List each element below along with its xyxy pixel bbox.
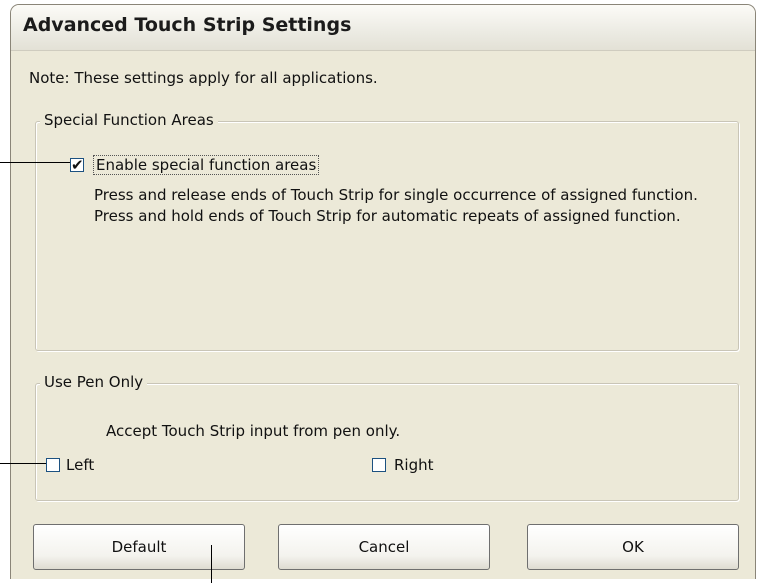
use-pen-only-group: Use Pen Only Accept Touch Strip input fr… [35, 373, 739, 501]
enable-special-function-areas-label[interactable]: Enable special function areas [93, 155, 320, 175]
default-button[interactable]: Default [33, 524, 245, 570]
special-function-areas-description: Press and release ends of Touch Strip fo… [94, 186, 698, 225]
title-bar[interactable]: Advanced Touch Strip Settings [11, 5, 755, 51]
enable-special-function-areas-checkbox[interactable]: ✔ [70, 156, 84, 174]
dialog-title: Advanced Touch Strip Settings [23, 14, 352, 36]
right-checkbox-label[interactable]: Right [394, 456, 434, 474]
ok-button[interactable]: OK [527, 524, 739, 570]
dialog-client-area: Note: These settings apply for all appli… [11, 51, 755, 579]
special-function-areas-group: Special Function Areas ✔ Enable special … [35, 111, 739, 351]
note-text: Note: These settings apply for all appli… [29, 69, 378, 87]
special-function-areas-legend: Special Function Areas [40, 111, 218, 129]
callout-line-default-button [211, 545, 212, 583]
advanced-touch-strip-dialog: Advanced Touch Strip Settings Note: Thes… [10, 4, 756, 579]
cancel-button[interactable]: Cancel [278, 524, 490, 570]
callout-line-left-checkbox [0, 463, 46, 464]
use-pen-only-legend: Use Pen Only [40, 373, 148, 391]
use-pen-only-description: Accept Touch Strip input from pen only. [106, 422, 401, 440]
check-icon: ✔ [71, 156, 84, 174]
left-checkbox-label[interactable]: Left [66, 456, 94, 474]
right-checkbox[interactable] [372, 458, 386, 472]
callout-line-special-checkbox [0, 162, 70, 163]
left-checkbox[interactable] [46, 458, 60, 472]
